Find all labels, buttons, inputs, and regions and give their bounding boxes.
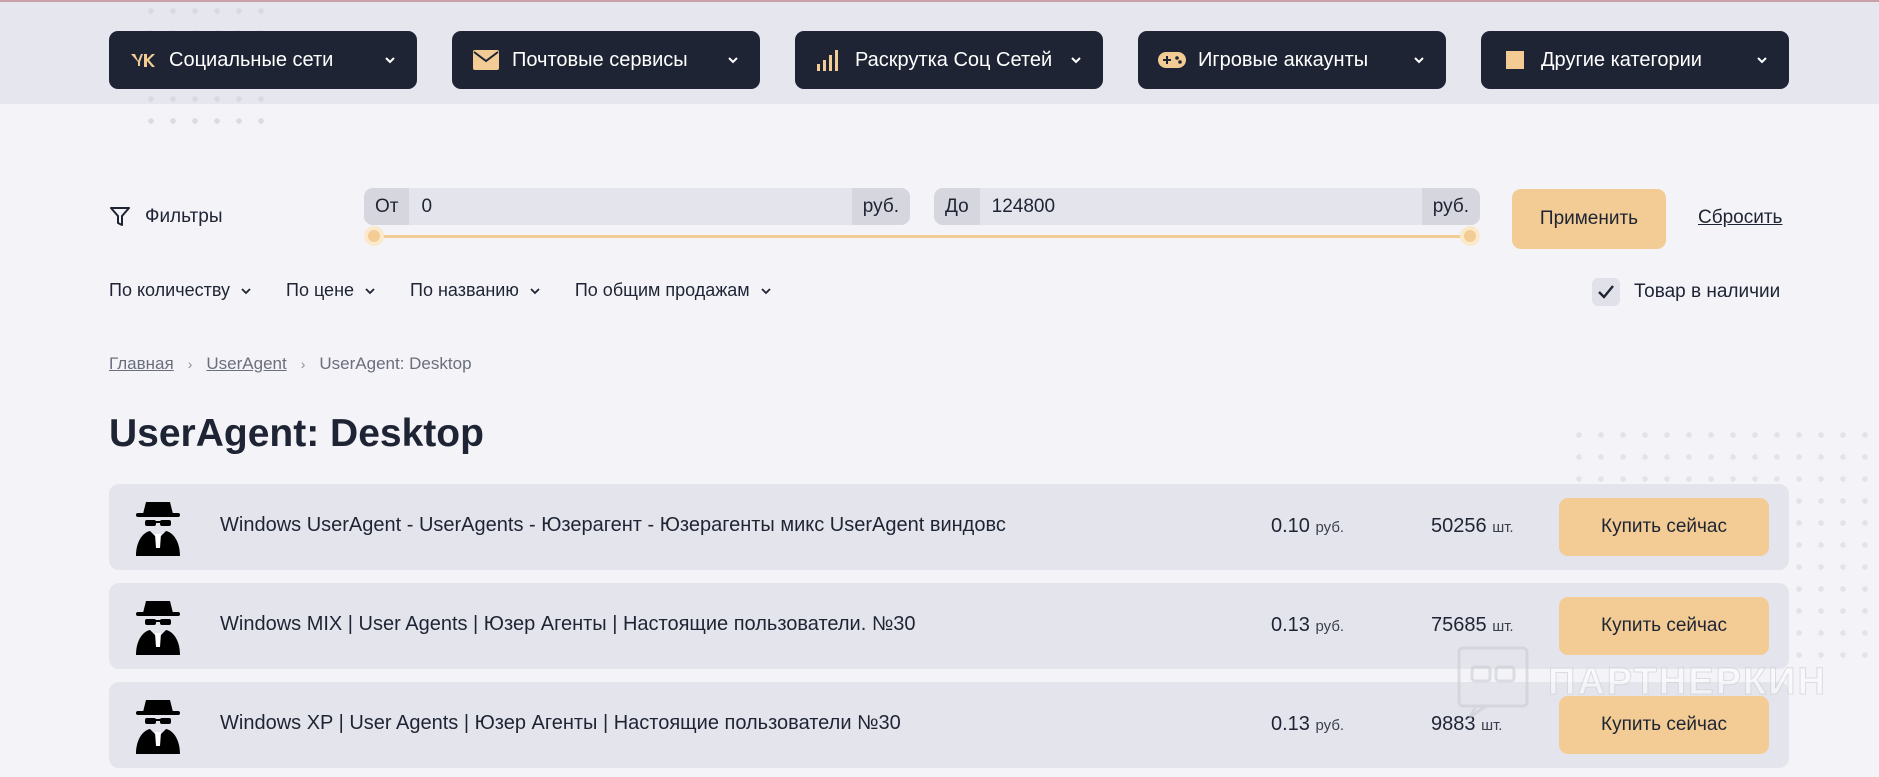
product-name[interactable]: Windows UserAgent - UserAgents - Юзераге…: [220, 514, 1006, 537]
product-quantity: 50256 шт.: [1431, 515, 1514, 537]
watermark-logo-icon: [1457, 646, 1529, 719]
category-label: Раскрутка Соц Сетей: [855, 48, 1053, 71]
in-stock-label: Товар в наличии: [1634, 281, 1781, 302]
vk-icon: [129, 48, 157, 72]
price-to-input[interactable]: 124800: [980, 196, 1422, 218]
price-to-field[interactable]: До 124800 руб.: [934, 188, 1480, 225]
chevron-down-icon: [385, 57, 395, 64]
chevron-down-icon: [530, 287, 540, 294]
breadcrumb-current: UserAgent: Desktop: [319, 354, 472, 373]
product-row: Windows UserAgent - UserAgents - Юзераге…: [109, 484, 1789, 570]
spy-icon: [136, 502, 180, 556]
envelope-icon: [472, 48, 500, 72]
price-to-label: До: [934, 188, 980, 225]
breadcrumb: Главная › UserAgent › UserAgent: Desktop: [109, 354, 472, 374]
sort-label: По общим продажам: [574, 280, 750, 300]
sort-label: По цене: [286, 280, 355, 300]
sort-by-name[interactable]: По названию: [410, 280, 541, 301]
category-label: Почтовые сервисы: [512, 48, 688, 71]
category-social-networks[interactable]: Социальные сети: [109, 31, 417, 89]
category-label: Социальные сети: [169, 48, 334, 71]
category-label: Другие категории: [1541, 48, 1702, 71]
chevron-down-icon: [1414, 57, 1424, 64]
product-name[interactable]: Windows XP | User Agents | Юзер Агенты |…: [220, 712, 901, 735]
product-price: 0.10 руб.: [1271, 515, 1345, 537]
price-range-slider[interactable]: [374, 235, 1470, 238]
watermark-text: ПАРТНЕРКИН: [1548, 660, 1827, 703]
signal-bars-icon: [815, 48, 843, 72]
product-price: 0.13 руб.: [1271, 614, 1345, 636]
chevron-down-icon: [761, 287, 771, 294]
product-name[interactable]: Windows MIX | User Agents | Юзер Агенты …: [220, 613, 916, 636]
chevron-down-icon: [728, 57, 738, 64]
watermark: ПАРТНЕРКИН: [1456, 645, 1827, 719]
price-from-input[interactable]: 0: [409, 196, 851, 218]
checkbox-box[interactable]: [1592, 278, 1620, 306]
chevron-down-icon: [241, 287, 251, 294]
spy-icon: [136, 700, 180, 754]
filters-text: Фильтры: [145, 206, 223, 227]
chevron-down-icon: [1071, 57, 1081, 64]
price-from-label: От: [364, 188, 410, 225]
page-title: UserAgent: Desktop: [109, 412, 484, 455]
square-icon: [1501, 48, 1529, 72]
sort-by-price[interactable]: По цене: [286, 280, 376, 301]
checkmark-icon: [1598, 285, 1614, 299]
sort-by-quantity[interactable]: По количеству: [109, 280, 252, 301]
sort-label: По названию: [410, 280, 519, 300]
price-to-unit: руб.: [1421, 188, 1480, 225]
sort-by-total-sales[interactable]: По общим продажам: [575, 280, 772, 301]
category-mail-services[interactable]: Почтовые сервисы: [452, 31, 760, 89]
slider-handle-min[interactable]: [364, 226, 384, 246]
product-price: 0.13 руб.: [1271, 713, 1345, 735]
reset-link[interactable]: Сбросить: [1698, 207, 1782, 229]
product-quantity: 75685 шт.: [1431, 614, 1514, 636]
breadcrumb-home[interactable]: Главная: [109, 354, 174, 374]
chevron-down-icon: [1757, 57, 1767, 64]
spy-icon: [136, 601, 180, 655]
breadcrumb-parent[interactable]: UserAgent: [206, 354, 286, 374]
price-from-unit: руб.: [851, 188, 910, 225]
category-game-accounts[interactable]: Игровые аккаунты: [1138, 31, 1446, 89]
apply-button[interactable]: Применить: [1512, 189, 1666, 249]
slider-handle-max[interactable]: [1460, 226, 1480, 246]
breadcrumb-separator: ›: [187, 356, 193, 372]
category-other[interactable]: Другие категории: [1481, 31, 1789, 89]
in-stock-checkbox[interactable]: Товар в наличии: [1592, 278, 1780, 306]
chevron-down-icon: [365, 287, 375, 294]
category-label: Игровые аккаунты: [1198, 48, 1369, 71]
sort-options: По количеству По цене По названию По общ…: [109, 280, 806, 301]
sort-label: По количеству: [109, 280, 230, 300]
breadcrumb-separator: ›: [300, 356, 306, 372]
buy-now-button[interactable]: Купить сейчас: [1559, 498, 1769, 556]
gamepad-icon: [1158, 48, 1186, 72]
filters-label: Фильтры: [109, 206, 222, 228]
category-social-promotion[interactable]: Раскрутка Соц Сетей: [795, 31, 1103, 89]
price-from-field[interactable]: От 0 руб.: [364, 188, 910, 225]
funnel-icon: [110, 207, 130, 226]
